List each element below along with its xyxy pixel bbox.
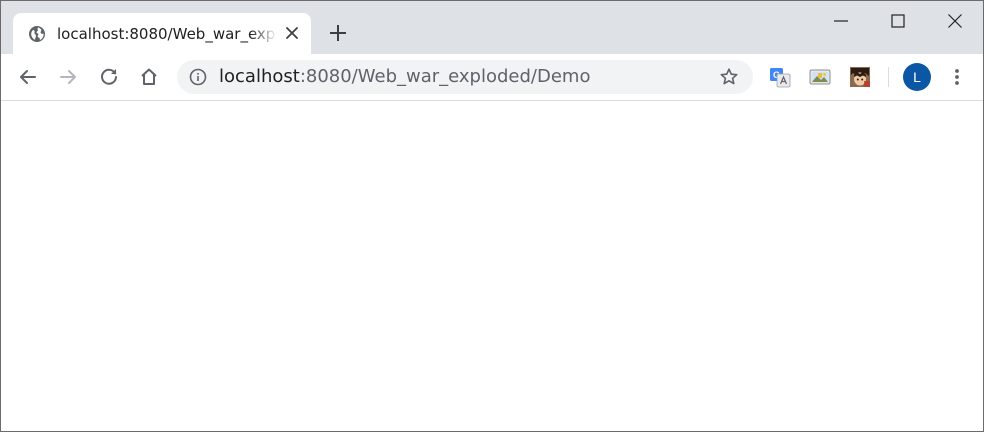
translate-extension-icon[interactable]: G bbox=[769, 66, 791, 88]
maximize-icon[interactable] bbox=[886, 9, 910, 33]
toolbar: localhost:8080/Web_war_exploded/Demo G L bbox=[1, 54, 983, 101]
page-content bbox=[1, 101, 983, 431]
globe-icon bbox=[29, 26, 45, 42]
info-icon[interactable] bbox=[189, 68, 207, 86]
url-path: :8080/Web_war_exploded/Demo bbox=[299, 66, 591, 87]
new-tab-plus-icon[interactable] bbox=[327, 22, 349, 44]
toolbar-divider bbox=[888, 67, 889, 87]
bookmark-star-icon[interactable] bbox=[719, 67, 739, 87]
window-close-icon[interactable] bbox=[943, 9, 967, 33]
tab-title: localhost:8080/Web_war_exploded/Demo bbox=[57, 25, 277, 43]
address-bar[interactable]: localhost:8080/Web_war_exploded/Demo bbox=[177, 60, 753, 94]
url-host: localhost bbox=[219, 66, 300, 87]
minimize-icon[interactable] bbox=[829, 9, 853, 33]
anime-avatar-extension-icon[interactable] bbox=[849, 66, 871, 88]
back-arrow-icon[interactable] bbox=[16, 65, 40, 89]
image-extension-icon[interactable] bbox=[809, 66, 831, 88]
reload-icon[interactable] bbox=[97, 65, 121, 89]
menu-dots-icon[interactable] bbox=[947, 65, 967, 89]
active-tab[interactable]: localhost:8080/Web_war_exploded/Demo bbox=[13, 13, 311, 54]
tab-close-icon[interactable] bbox=[283, 24, 301, 42]
forward-arrow-icon[interactable] bbox=[56, 65, 80, 89]
url-text[interactable]: localhost:8080/Web_war_exploded/Demo bbox=[219, 66, 590, 88]
browser-window: localhost:8080/Web_war_exploded/Demo bbox=[0, 0, 984, 432]
home-icon[interactable] bbox=[137, 65, 161, 89]
profile-avatar[interactable]: L bbox=[903, 63, 931, 91]
tab-strip: localhost:8080/Web_war_exploded/Demo bbox=[1, 1, 983, 54]
